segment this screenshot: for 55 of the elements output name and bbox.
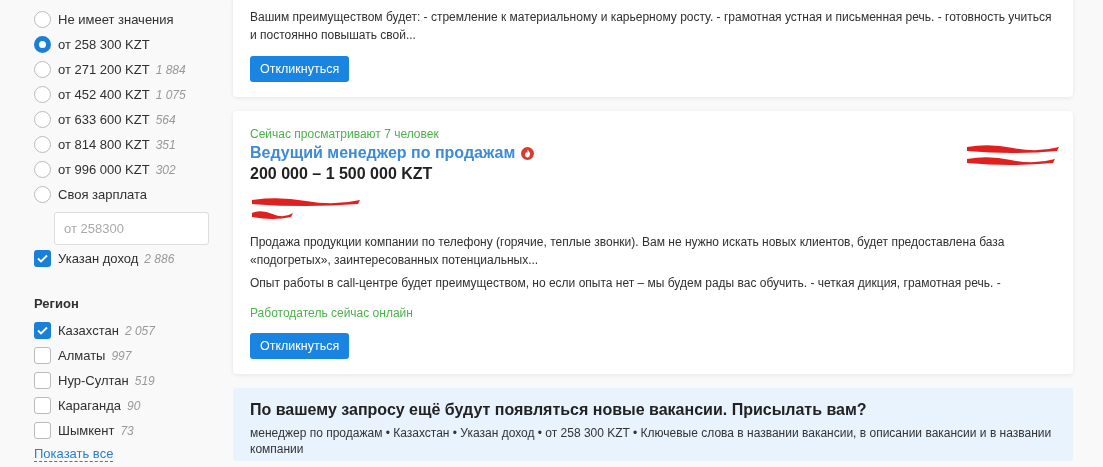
radio-button[interactable]	[34, 136, 51, 153]
show-all-link[interactable]: Показать все	[34, 446, 114, 462]
respond-button[interactable]: Откликнуться	[250, 333, 350, 359]
result-count: 1 884	[155, 61, 186, 79]
radio-button[interactable]	[34, 36, 51, 53]
salary-text: 200 000 – 1 500 000 KZT	[250, 164, 434, 184]
checkbox[interactable]	[34, 422, 51, 439]
respond-button[interactable]: Откликнуться	[250, 56, 350, 82]
radio-button[interactable]	[34, 161, 51, 178]
radio-button[interactable]	[34, 186, 51, 203]
radio-label: от 633 600 KZT	[58, 110, 150, 129]
result-count: 2 886	[144, 250, 175, 268]
result-count: 1 075	[155, 86, 186, 104]
radio-label: Не имеет значения	[58, 10, 174, 29]
section-heading: Регион	[34, 295, 80, 313]
radio-button[interactable]	[34, 11, 51, 28]
description-text: Продажа продукции компании по телефону (горячие, теплые звонки). Вам не нужно искать новых клиентов, будет предоставлена база «подогретых», заинтересованных потенциальных...	[250, 234, 1006, 269]
result-count: 2 057	[124, 322, 155, 340]
radio-label: от 996 000 KZT	[58, 160, 150, 179]
radio-button[interactable]	[34, 61, 51, 78]
result-count: 73	[120, 422, 134, 440]
radio-label: Своя зарплата	[58, 185, 148, 204]
viewers-text: Сейчас просматривают 7 человек	[250, 126, 440, 142]
result-count: 302	[155, 161, 176, 179]
description-text: Вашим преимуществом будет: - стремление к материальному и карьерному росту. - грамотная устная и письменная речь. - готовность учиться и постоянно повышать свой...	[250, 9, 1053, 44]
result-count: 564	[155, 111, 176, 129]
radio-label: от 258 300 KZT	[58, 35, 150, 54]
online-status-text: Работодатель сейчас онлайн	[250, 305, 414, 321]
checkbox-label: Караганда	[58, 396, 121, 415]
checkbox[interactable]	[34, 250, 51, 267]
radio-label: от 271 200 KZT	[58, 60, 150, 79]
subscribe-title: По вашему запросу ещё будут появляться новые вакансии. Присылать вам?	[250, 400, 868, 420]
vacancy-title-link[interactable]: Ведущий менеджер по продажам	[250, 142, 516, 164]
checkbox-label: Шымкент	[58, 421, 115, 440]
query-summary-text: менеджер по продажам • Казахстан • Указан доход • от 258 300 KZT • Ключевые слова в названии вакансии, в описании вакансии и в названии компании	[250, 425, 1053, 457]
radio-label: от 452 400 KZT	[58, 85, 150, 104]
result-count: 351	[155, 136, 176, 154]
result-count: 519	[134, 372, 155, 390]
checkbox-label: Нур-Султан	[58, 371, 129, 390]
checkbox-label: Алматы	[58, 346, 106, 365]
checkbox-label: Указан доход	[58, 249, 139, 268]
checkbox[interactable]	[34, 322, 51, 339]
radio-button[interactable]	[34, 111, 51, 128]
check-icon	[37, 326, 48, 335]
radio-label: от 814 800 KZT	[58, 135, 150, 154]
salary-input[interactable]: от 258300	[54, 212, 209, 245]
check-icon	[37, 254, 48, 263]
checkbox[interactable]	[34, 372, 51, 389]
checkbox[interactable]	[34, 397, 51, 414]
result-count: 997	[111, 347, 132, 365]
description-text: Опыт работы в call-центре будет преимуществом, но если опыта нет – мы будем рады вас обучить. - четкая дикция, грамотная речь. -	[250, 275, 1002, 292]
radio-button[interactable]	[34, 86, 51, 103]
result-count: 90	[126, 397, 141, 415]
checkbox[interactable]	[34, 347, 51, 364]
checkbox-label: Казахстан	[58, 321, 119, 340]
